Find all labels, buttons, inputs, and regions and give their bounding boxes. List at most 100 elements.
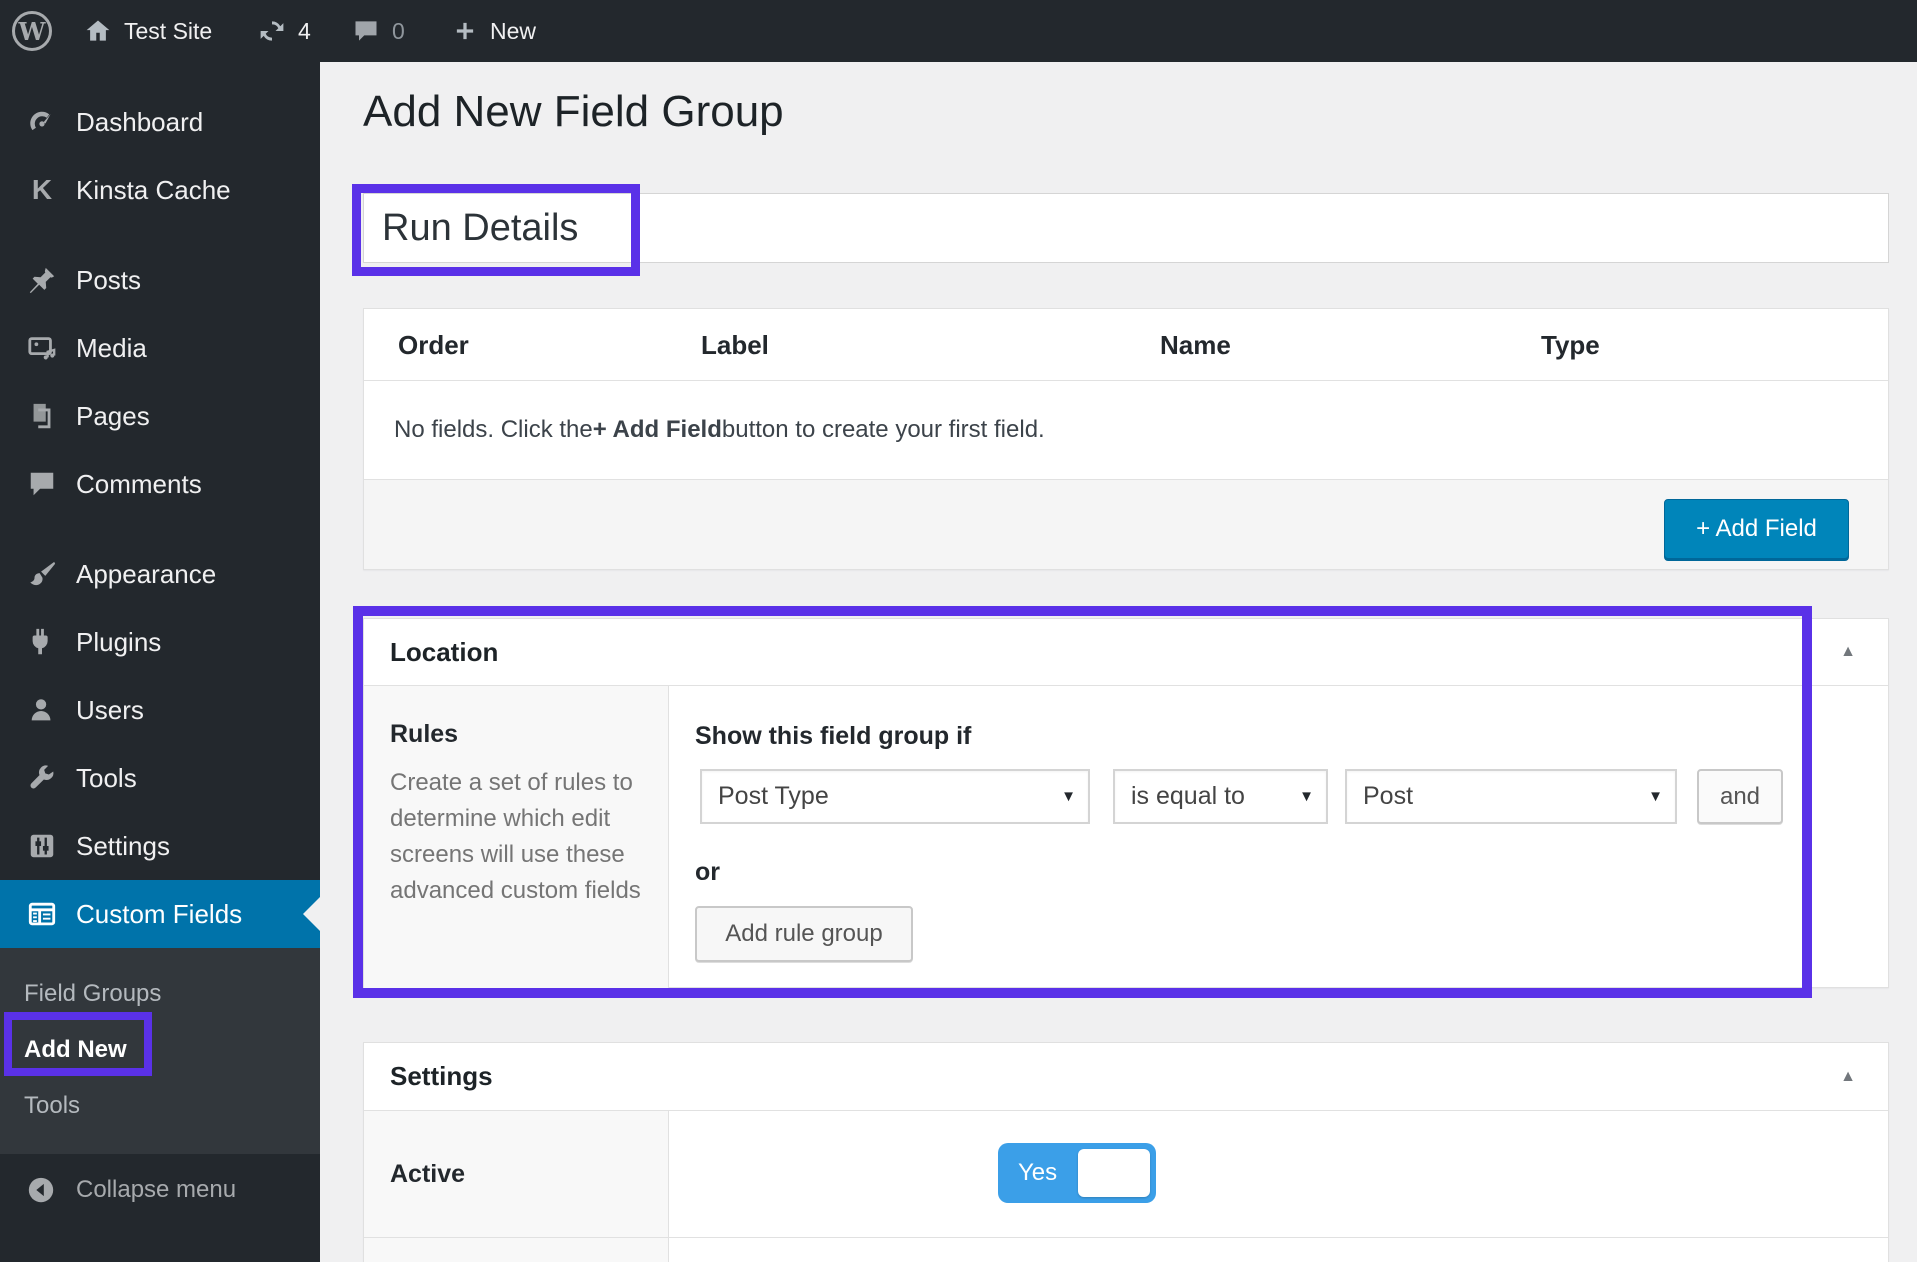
collapse-metabox-icon[interactable]: ▲ bbox=[1840, 1068, 1856, 1086]
active-setting-row: Active Yes bbox=[364, 1111, 1888, 1238]
sidebar-item-label: Custom Fields bbox=[76, 899, 242, 930]
rules-label: Rules bbox=[390, 720, 668, 749]
new-content-button[interactable]: New bbox=[452, 0, 536, 62]
plus-icon bbox=[452, 18, 478, 44]
updates-count: 4 bbox=[298, 18, 311, 45]
fields-table-header: Order Label Name Type bbox=[364, 309, 1888, 381]
next-setting-label-column bbox=[364, 1238, 669, 1262]
column-header-order: Order bbox=[398, 309, 469, 381]
sidebar-item-label: Settings bbox=[76, 831, 170, 862]
show-if-label: Show this field group if bbox=[695, 722, 971, 751]
next-setting-row-partial bbox=[364, 1238, 1888, 1262]
submenu-item-label: Tools bbox=[24, 1092, 80, 1120]
site-name-link[interactable]: Test Site bbox=[84, 0, 212, 62]
sidebar-item-plugins[interactable]: Plugins bbox=[0, 608, 320, 676]
sidebar-item-custom-fields[interactable]: Custom Fields bbox=[0, 880, 320, 948]
sidebar-item-label: Media bbox=[76, 333, 147, 364]
page-title: Add New Field Group bbox=[363, 86, 784, 139]
rule-operator-select[interactable]: is equal to ▼ bbox=[1113, 769, 1328, 824]
sidebar-item-users[interactable]: Users bbox=[0, 676, 320, 744]
custom-fields-submenu: Field Groups Add New Tools bbox=[0, 948, 320, 1154]
plug-icon bbox=[26, 626, 58, 658]
select-arrow-icon: ▼ bbox=[1648, 788, 1663, 805]
new-label: New bbox=[490, 18, 536, 45]
user-icon bbox=[26, 694, 58, 726]
sidebar-item-posts[interactable]: Posts bbox=[0, 246, 320, 314]
sidebar-item-label: Kinsta Cache bbox=[76, 175, 231, 206]
next-setting-field-area bbox=[669, 1238, 1888, 1262]
submenu-item-label: Add New bbox=[24, 1036, 127, 1064]
active-menu-arrow bbox=[303, 897, 320, 931]
site-name-label: Test Site bbox=[124, 18, 212, 45]
and-rule-button[interactable]: and bbox=[1697, 769, 1783, 824]
sidebar-item-label: Appearance bbox=[76, 559, 216, 590]
sidebar-item-pages[interactable]: Pages bbox=[0, 382, 320, 450]
menu-separator bbox=[0, 224, 320, 246]
wordpress-logo-icon: W bbox=[12, 11, 52, 51]
sidebar-item-label: Pages bbox=[76, 401, 150, 432]
rules-description: Create a set of rules to determine which… bbox=[390, 765, 658, 909]
collapse-arrow-circle-icon bbox=[26, 1175, 56, 1205]
rule-value-value: Post bbox=[1363, 782, 1413, 811]
sidebar-item-label: Comments bbox=[76, 469, 202, 500]
toggle-knob bbox=[1078, 1149, 1150, 1197]
sidebar-item-label: Dashboard bbox=[76, 107, 203, 138]
fields-table-footer: + Add Field bbox=[364, 479, 1888, 569]
sidebar-item-label: Tools bbox=[76, 763, 137, 794]
collapse-metabox-icon[interactable]: ▲ bbox=[1840, 643, 1856, 661]
sidebar-item-label: Posts bbox=[76, 265, 141, 296]
add-rule-group-button[interactable]: Add rule group bbox=[695, 906, 913, 962]
submenu-item-add-new[interactable]: Add New bbox=[0, 1022, 320, 1078]
active-field-area: Yes bbox=[669, 1111, 1888, 1237]
location-metabox: Location ▲ Rules Create a set of rules t… bbox=[363, 618, 1889, 988]
select-arrow-icon: ▼ bbox=[1299, 788, 1314, 805]
pages-icon bbox=[26, 400, 58, 432]
add-field-button[interactable]: + Add Field bbox=[1664, 499, 1849, 559]
admin-bar: W Test Site 4 0 New bbox=[0, 0, 1917, 62]
rules-label-column: Rules Create a set of rules to determine… bbox=[364, 686, 669, 988]
wordpress-admin: W Test Site 4 0 New bbox=[0, 0, 1917, 1262]
location-rules-area: Show this field group if Post Type ▼ is … bbox=[669, 686, 1888, 988]
sidebar-item-label: Plugins bbox=[76, 627, 161, 658]
rule-operator-value: is equal to bbox=[1131, 782, 1245, 811]
sidebar-item-kinsta-cache[interactable]: K Kinsta Cache bbox=[0, 156, 320, 224]
submenu-item-tools[interactable]: Tools bbox=[0, 1078, 320, 1134]
field-group-title-input[interactable] bbox=[363, 193, 1889, 263]
sidebar-item-settings[interactable]: Settings bbox=[0, 812, 320, 880]
comments-button[interactable]: 0 bbox=[352, 0, 405, 62]
wp-logo-button[interactable]: W bbox=[12, 0, 52, 62]
rule-value-select[interactable]: Post ▼ bbox=[1345, 769, 1677, 824]
comment-bubble-icon bbox=[26, 468, 58, 500]
wrench-icon bbox=[26, 762, 58, 794]
sidebar-item-tools[interactable]: Tools bbox=[0, 744, 320, 812]
submenu-item-label: Field Groups bbox=[24, 980, 161, 1008]
custom-fields-table-icon bbox=[26, 898, 58, 930]
column-header-label: Label bbox=[701, 309, 769, 381]
kinsta-k-icon: K bbox=[26, 174, 58, 206]
no-fields-text: No fields. Click the bbox=[394, 416, 593, 444]
submenu-item-field-groups[interactable]: Field Groups bbox=[0, 966, 320, 1022]
home-icon bbox=[84, 17, 112, 45]
location-metabox-title: Location bbox=[390, 637, 498, 668]
sidebar-item-appearance[interactable]: Appearance bbox=[0, 540, 320, 608]
rule-param-value: Post Type bbox=[718, 782, 829, 811]
sidebar-item-dashboard[interactable]: Dashboard bbox=[0, 88, 320, 156]
collapse-menu-button[interactable]: Collapse menu bbox=[0, 1168, 320, 1212]
admin-sidebar-menu: Dashboard K Kinsta Cache Posts Media Pag… bbox=[0, 62, 320, 1262]
updates-button[interactable]: 4 bbox=[258, 0, 311, 62]
no-fields-text: button to create your first field. bbox=[722, 416, 1045, 444]
sliders-icon bbox=[26, 830, 58, 862]
rule-param-select[interactable]: Post Type ▼ bbox=[700, 769, 1090, 824]
sidebar-item-media[interactable]: Media bbox=[0, 314, 320, 382]
pushpin-icon bbox=[26, 264, 58, 296]
sidebar-item-comments[interactable]: Comments bbox=[0, 450, 320, 518]
or-label: or bbox=[695, 858, 720, 887]
comments-count: 0 bbox=[392, 18, 405, 45]
active-label: Active bbox=[364, 1111, 669, 1237]
column-header-type: Type bbox=[1541, 309, 1600, 381]
no-fields-bold-text: + Add Field bbox=[593, 416, 722, 444]
settings-metabox: Settings ▲ Active Yes bbox=[363, 1042, 1889, 1262]
media-icon bbox=[26, 332, 58, 364]
select-arrow-icon: ▼ bbox=[1061, 788, 1076, 805]
active-toggle[interactable]: Yes bbox=[998, 1143, 1156, 1203]
